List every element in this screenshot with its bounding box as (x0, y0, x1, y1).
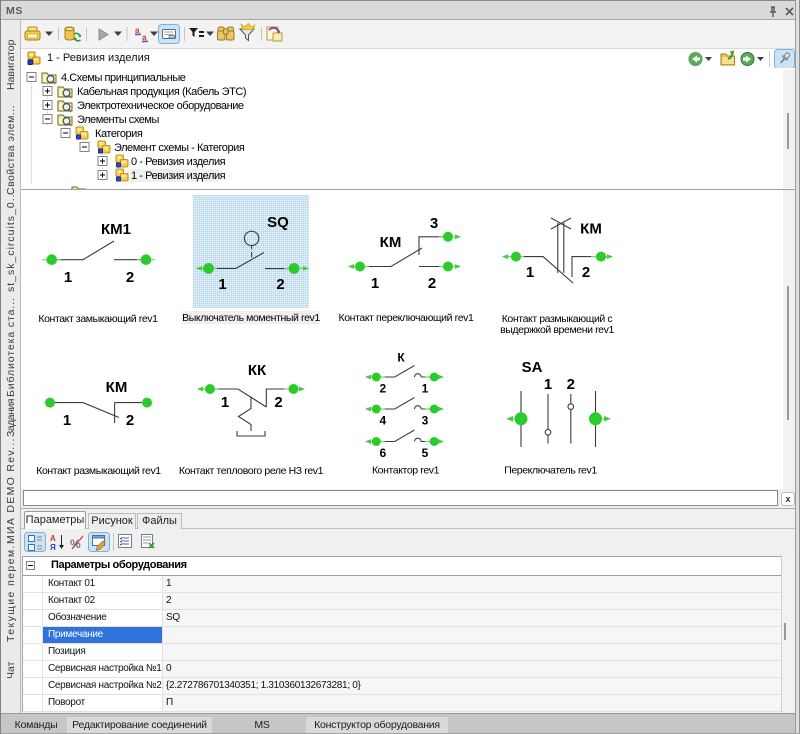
svg-text:1: 1 (422, 382, 429, 396)
svg-text:SQ: SQ (267, 214, 289, 231)
svg-text:1: 1 (526, 264, 534, 281)
svg-text:2: 2 (582, 264, 590, 281)
svg-text:Я: Я (50, 543, 56, 552)
svg-text:5: 5 (422, 446, 429, 460)
svg-text:2: 2 (379, 382, 386, 396)
svg-text:Контакт переключающий rev1: Контакт переключающий rev1 (339, 312, 474, 324)
svg-text:Контакт размыкающий rev1: Контакт размыкающий rev1 (36, 465, 161, 477)
svg-text:2: 2 (428, 275, 436, 292)
svg-text:КК: КК (248, 362, 267, 379)
svg-text:3: 3 (430, 215, 438, 232)
svg-text:4: 4 (379, 414, 386, 428)
svg-text:Переключатель rev1: Переключатель rev1 (504, 465, 597, 477)
svg-text:Контакт теплового реле НЗ rev1: Контакт теплового реле НЗ rev1 (179, 465, 324, 477)
svg-text:КМ: КМ (380, 234, 402, 251)
svg-text:выдержкой времени rev1: выдержкой времени rev1 (500, 324, 614, 336)
svg-text:1: 1 (544, 376, 552, 393)
svg-text:2: 2 (567, 376, 575, 393)
svg-text:КМ1: КМ1 (101, 221, 131, 238)
svg-text:1: 1 (218, 276, 226, 293)
svg-text:1: 1 (63, 412, 71, 429)
svg-text:1: 1 (64, 269, 72, 286)
svg-text:SA: SA (522, 359, 543, 376)
svg-text:Выключатель моментный rev1: Выключатель моментный rev1 (182, 312, 320, 324)
svg-text:1: 1 (371, 275, 379, 292)
svg-text:Контактор rev1: Контактор rev1 (372, 465, 440, 477)
svg-text:2: 2 (126, 269, 134, 286)
svg-text:2: 2 (274, 394, 282, 411)
svg-text:1: 1 (221, 394, 229, 411)
svg-text:2: 2 (126, 412, 134, 429)
svg-text:3: 3 (422, 414, 429, 428)
svg-text:Контакт замыкающий rev1: Контакт замыкающий rev1 (38, 313, 158, 325)
svg-text:2: 2 (276, 276, 284, 293)
svg-text:К: К (397, 351, 405, 365)
svg-text:КМ: КМ (580, 221, 602, 238)
svg-text:6: 6 (379, 446, 386, 460)
svg-text:КМ: КМ (106, 379, 128, 396)
svg-text:А: А (50, 534, 56, 543)
